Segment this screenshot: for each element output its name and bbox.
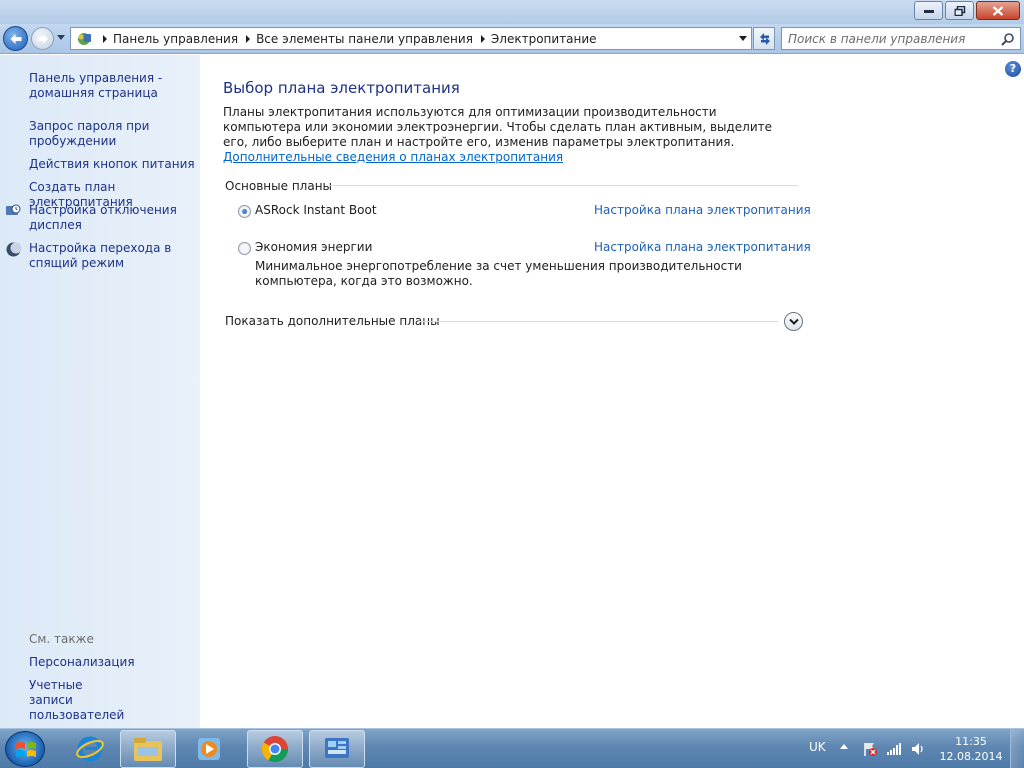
network-signal-icon[interactable] bbox=[886, 741, 902, 757]
sidebar-link-user-accounts[interactable]: Учетные записи пользователей bbox=[29, 678, 129, 723]
breadcrumb-separator[interactable] bbox=[103, 34, 107, 43]
caption-buttons bbox=[912, 1, 1020, 20]
intro-text: Планы электропитания используются для оп… bbox=[223, 105, 773, 149]
page-title: Выбор плана электропитания bbox=[223, 79, 460, 97]
close-icon bbox=[992, 5, 1004, 16]
sidebar-link-sleep[interactable]: Настройка перехода в спящий режим bbox=[29, 241, 199, 271]
plan-settings-link-power-saver[interactable]: Настройка плана электропитания bbox=[594, 240, 811, 254]
see-also-heading: См. также bbox=[29, 632, 94, 646]
show-additional-plans-label[interactable]: Показать дополнительные планы bbox=[225, 314, 440, 328]
close-button[interactable] bbox=[976, 1, 1020, 20]
window-titlebar bbox=[0, 0, 1024, 24]
action-center-flag-icon[interactable] bbox=[862, 741, 878, 757]
control-panel-icon bbox=[325, 738, 349, 758]
recent-pages-dropdown[interactable] bbox=[57, 35, 65, 40]
arrow-left-icon bbox=[10, 33, 21, 44]
breadcrumb-separator[interactable] bbox=[246, 34, 251, 43]
arrow-right-icon bbox=[37, 34, 48, 43]
taskbar-windows-explorer[interactable] bbox=[120, 730, 176, 768]
breadcrumb-control-panel[interactable]: Панель управления bbox=[113, 32, 238, 46]
plan-name-asrock[interactable]: ASRock Instant Boot bbox=[255, 203, 377, 217]
sidebar-link-display-off[interactable]: Настройка отключения дисплея bbox=[29, 203, 199, 233]
clock-time: 11:35 bbox=[955, 735, 987, 748]
back-button[interactable] bbox=[3, 26, 28, 51]
taskbar-media-player[interactable] bbox=[181, 730, 237, 768]
sidebar-link-control-panel-home[interactable]: Панель управления - домашняя страница bbox=[29, 71, 199, 101]
minimize-icon bbox=[923, 9, 934, 13]
start-button[interactable] bbox=[5, 731, 45, 767]
learn-more-link[interactable]: Дополнительные сведения о планах электро… bbox=[223, 150, 563, 164]
breadcrumb-all-items[interactable]: Все элементы панели управления bbox=[256, 32, 473, 46]
task-pane: Панель управления - домашняя страница За… bbox=[0, 55, 200, 728]
plan-description-power-saver: Минимальное энергопотребление за счет ум… bbox=[255, 259, 742, 288]
help-icon: ? bbox=[1009, 62, 1017, 75]
refresh-icon bbox=[760, 33, 770, 45]
minimize-button[interactable] bbox=[914, 1, 943, 20]
sidebar-link-password-on-wakeup[interactable]: Запрос пароля при пробуждении bbox=[29, 119, 199, 149]
windows-logo-icon bbox=[16, 742, 36, 757]
restore-button[interactable] bbox=[945, 1, 974, 20]
navigation-bar: Панель управления Все элементы панели уп… bbox=[0, 24, 1024, 54]
volume-icon[interactable] bbox=[910, 741, 926, 757]
plan-name-power-saver[interactable]: Экономия энергии bbox=[255, 240, 372, 254]
media-player-icon bbox=[198, 738, 220, 760]
main-content: ? Выбор плана электропитания Планы элект… bbox=[200, 55, 1024, 728]
clock-date: 12.08.2014 bbox=[939, 750, 1003, 763]
restore-icon bbox=[954, 5, 965, 16]
intro-paragraph: Планы электропитания используются для оп… bbox=[223, 105, 783, 165]
search-input[interactable] bbox=[788, 31, 998, 46]
windows-explorer-icon bbox=[134, 738, 162, 761]
taskbar-internet-explorer[interactable] bbox=[62, 730, 118, 768]
taskbar-chrome[interactable] bbox=[247, 730, 303, 768]
forward-button[interactable] bbox=[31, 27, 54, 50]
display-clock-icon bbox=[6, 204, 21, 215]
refresh-button[interactable] bbox=[753, 27, 775, 50]
control-panel-icon bbox=[75, 30, 95, 48]
language-indicator[interactable]: UK bbox=[809, 740, 826, 754]
show-more-divider bbox=[418, 321, 778, 322]
search-box[interactable] bbox=[781, 27, 1021, 50]
sidebar-link-power-buttons[interactable]: Действия кнопок питания bbox=[29, 157, 199, 172]
taskbar: UK 11:35 12.08.2014 bbox=[0, 728, 1024, 768]
show-desktop-button[interactable] bbox=[1010, 729, 1024, 768]
address-bar[interactable]: Панель управления Все элементы панели уп… bbox=[70, 27, 752, 50]
plan-radio-asrock[interactable] bbox=[238, 205, 251, 218]
internet-explorer-icon bbox=[76, 736, 104, 762]
breadcrumb-power-options[interactable]: Электропитание bbox=[491, 32, 597, 46]
plan-settings-link-asrock[interactable]: Настройка плана электропитания bbox=[594, 203, 811, 217]
search-icon[interactable] bbox=[1001, 32, 1015, 46]
taskbar-control-panel[interactable] bbox=[309, 730, 365, 768]
plan-radio-power-saver[interactable] bbox=[238, 242, 251, 255]
help-button[interactable]: ? bbox=[1005, 61, 1021, 77]
system-clock[interactable]: 11:35 12.08.2014 bbox=[936, 734, 1006, 764]
group-divider bbox=[329, 185, 798, 186]
address-history-dropdown[interactable] bbox=[739, 36, 747, 41]
chrome-icon bbox=[261, 736, 289, 763]
breadcrumb-separator[interactable] bbox=[480, 34, 485, 43]
show-hidden-icons-button[interactable] bbox=[840, 744, 848, 749]
group-header-preferred-plans: Основные планы bbox=[225, 179, 333, 193]
expand-additional-plans-button[interactable] bbox=[784, 312, 803, 331]
sleep-moon-icon bbox=[6, 242, 22, 257]
sidebar-link-personalization[interactable]: Персонализация bbox=[29, 655, 199, 670]
chevron-down-icon bbox=[789, 318, 799, 325]
